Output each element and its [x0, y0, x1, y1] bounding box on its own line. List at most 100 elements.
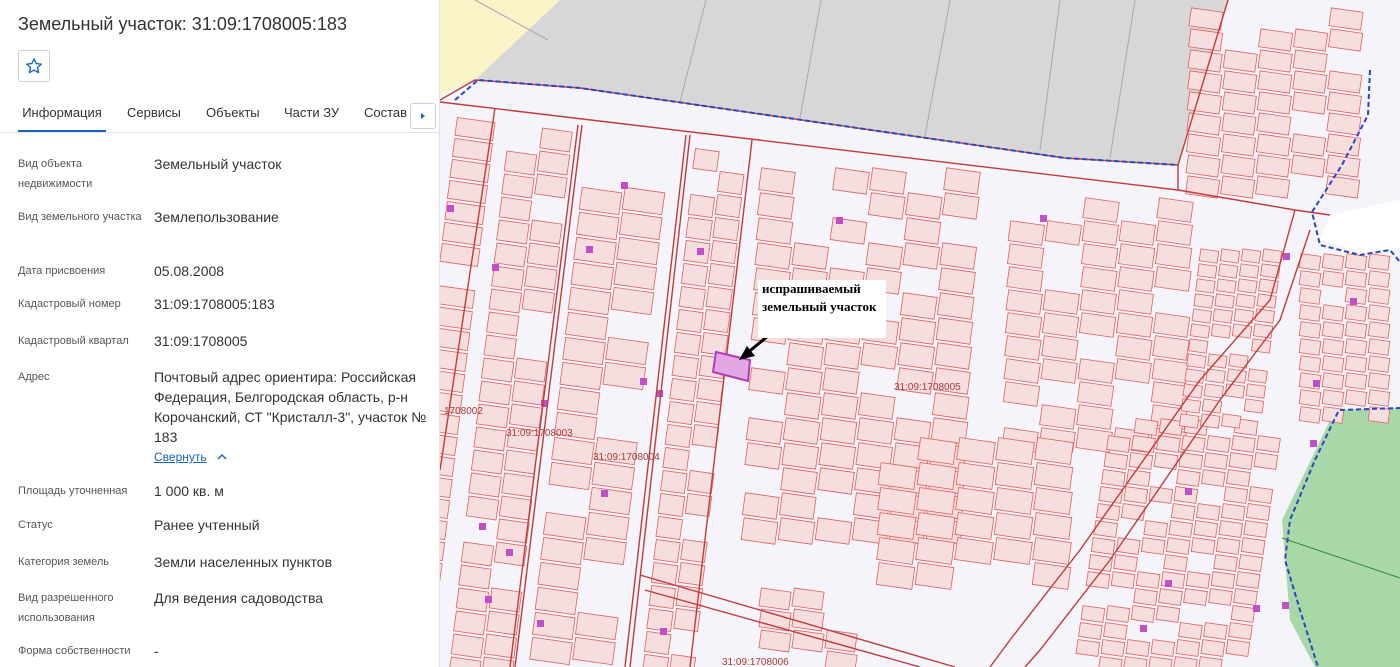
parcel: [1221, 413, 1242, 429]
cadastral-map[interactable]: 31:09:1708005 31:09:1708003 31:09:170800…: [440, 0, 1400, 667]
tab-parts[interactable]: Части ЗУ: [284, 96, 339, 132]
parcel: [1344, 355, 1368, 373]
parcel: [1080, 605, 1106, 623]
parcel: [1206, 435, 1231, 453]
parcel: [1006, 266, 1044, 292]
parcel: [1328, 7, 1364, 31]
parcel: [1208, 588, 1233, 606]
parcel: [486, 311, 520, 337]
parcel: [465, 495, 500, 521]
parcel: [669, 377, 697, 403]
parcel: [822, 367, 860, 395]
parcel: [1152, 312, 1191, 338]
parcel: [1185, 154, 1221, 178]
tabs-scroll-right-button[interactable]: [410, 103, 436, 129]
parcel: [1298, 253, 1322, 271]
building-marker: [601, 490, 608, 497]
parcel: [867, 192, 906, 220]
parcel: [1176, 469, 1201, 487]
favorite-button[interactable]: [18, 50, 50, 82]
tab-services[interactable]: Сервисы: [127, 96, 181, 132]
tab-objects[interactable]: Объекты: [206, 96, 260, 132]
parcel: [758, 629, 792, 653]
parcel: [876, 512, 917, 540]
parcel: [1215, 537, 1241, 555]
star-outline-icon: [26, 58, 42, 74]
parcel: [1187, 49, 1223, 73]
parcel: [680, 262, 709, 288]
field-land-type: Вид земельного участка Землепользование: [18, 207, 428, 247]
parcel: [934, 342, 973, 370]
parcel: [865, 242, 904, 270]
parcel: [1135, 571, 1161, 589]
field-label: Форма собственности: [18, 645, 131, 657]
parcel: [756, 192, 795, 220]
building-marker: [1310, 440, 1317, 447]
parcel: [455, 587, 490, 613]
parcel: [1178, 622, 1203, 640]
building-marker: [1185, 488, 1192, 495]
parcel: [1168, 520, 1194, 538]
parcel: [1256, 112, 1292, 136]
parcel: [993, 537, 1033, 565]
parcel: [1195, 278, 1216, 294]
parcel: [1150, 639, 1176, 657]
parcel: [777, 517, 816, 545]
parcel: [758, 167, 796, 195]
callout-label: испрашиваемый земельный участок: [762, 281, 877, 314]
parcel: [1344, 321, 1368, 339]
parcel: [820, 392, 859, 420]
building-marker: [621, 182, 628, 189]
parcel: [1042, 289, 1080, 315]
tab-information[interactable]: Информация: [18, 96, 106, 132]
parcel: [1133, 588, 1158, 606]
field-value: Почтовый адрес ориентира: Российская Фед…: [154, 369, 427, 445]
parcel: [1033, 487, 1073, 515]
building-marker: [479, 523, 486, 530]
parcel: [1228, 452, 1254, 470]
parcel: [714, 193, 743, 219]
parcel: [1003, 358, 1041, 384]
parcel: [1235, 571, 1261, 589]
parcel: [1256, 293, 1277, 309]
tab-bar: Информация Сервисы Объекты Части ЗУ Сост…: [0, 96, 439, 133]
parcel: [783, 392, 822, 420]
parcel: [1290, 133, 1327, 157]
parcel: [1185, 571, 1211, 589]
parcel: [707, 262, 736, 288]
tab-composition[interactable]: Состав: [364, 96, 408, 132]
parcel: [786, 342, 825, 370]
parcel: [1007, 220, 1045, 246]
parcel: [904, 192, 943, 220]
parcel: [1079, 289, 1117, 315]
parcel: [1367, 406, 1391, 424]
collapse-link-label: Свернуть: [154, 450, 207, 464]
parcel: [875, 562, 916, 590]
collapse-link[interactable]: Свернуть: [154, 448, 227, 466]
parcel: [917, 437, 957, 465]
parcel: [1155, 220, 1193, 246]
field-label: Адрес: [18, 371, 50, 383]
parcel: [1220, 133, 1257, 157]
parcel: [955, 487, 995, 515]
parcel: [1344, 270, 1368, 288]
field-value: Ранее учтенный: [154, 517, 260, 533]
parcel: [1255, 154, 1291, 178]
parcel: [954, 537, 994, 565]
parcel: [1198, 248, 1220, 264]
parcel: [1326, 91, 1362, 115]
parcel: [458, 564, 492, 590]
parcel: [1189, 323, 1211, 339]
parcel: [995, 437, 1035, 465]
parcel: [1247, 368, 1268, 384]
parcel: [685, 216, 713, 242]
building-marker: [640, 378, 647, 385]
parcel: [1210, 323, 1232, 339]
field-cadastral-quarter: Кадастровый квартал 31:09:1708005: [18, 331, 428, 351]
parcel: [1152, 335, 1190, 361]
map-canvas[interactable]: 31:09:1708005 31:09:1708003 31:09:170800…: [440, 0, 1400, 667]
parcel: [1298, 338, 1322, 356]
field-value: 1 000 кв. м: [154, 483, 224, 499]
parcel: [1005, 289, 1043, 315]
parcel: [819, 417, 858, 445]
